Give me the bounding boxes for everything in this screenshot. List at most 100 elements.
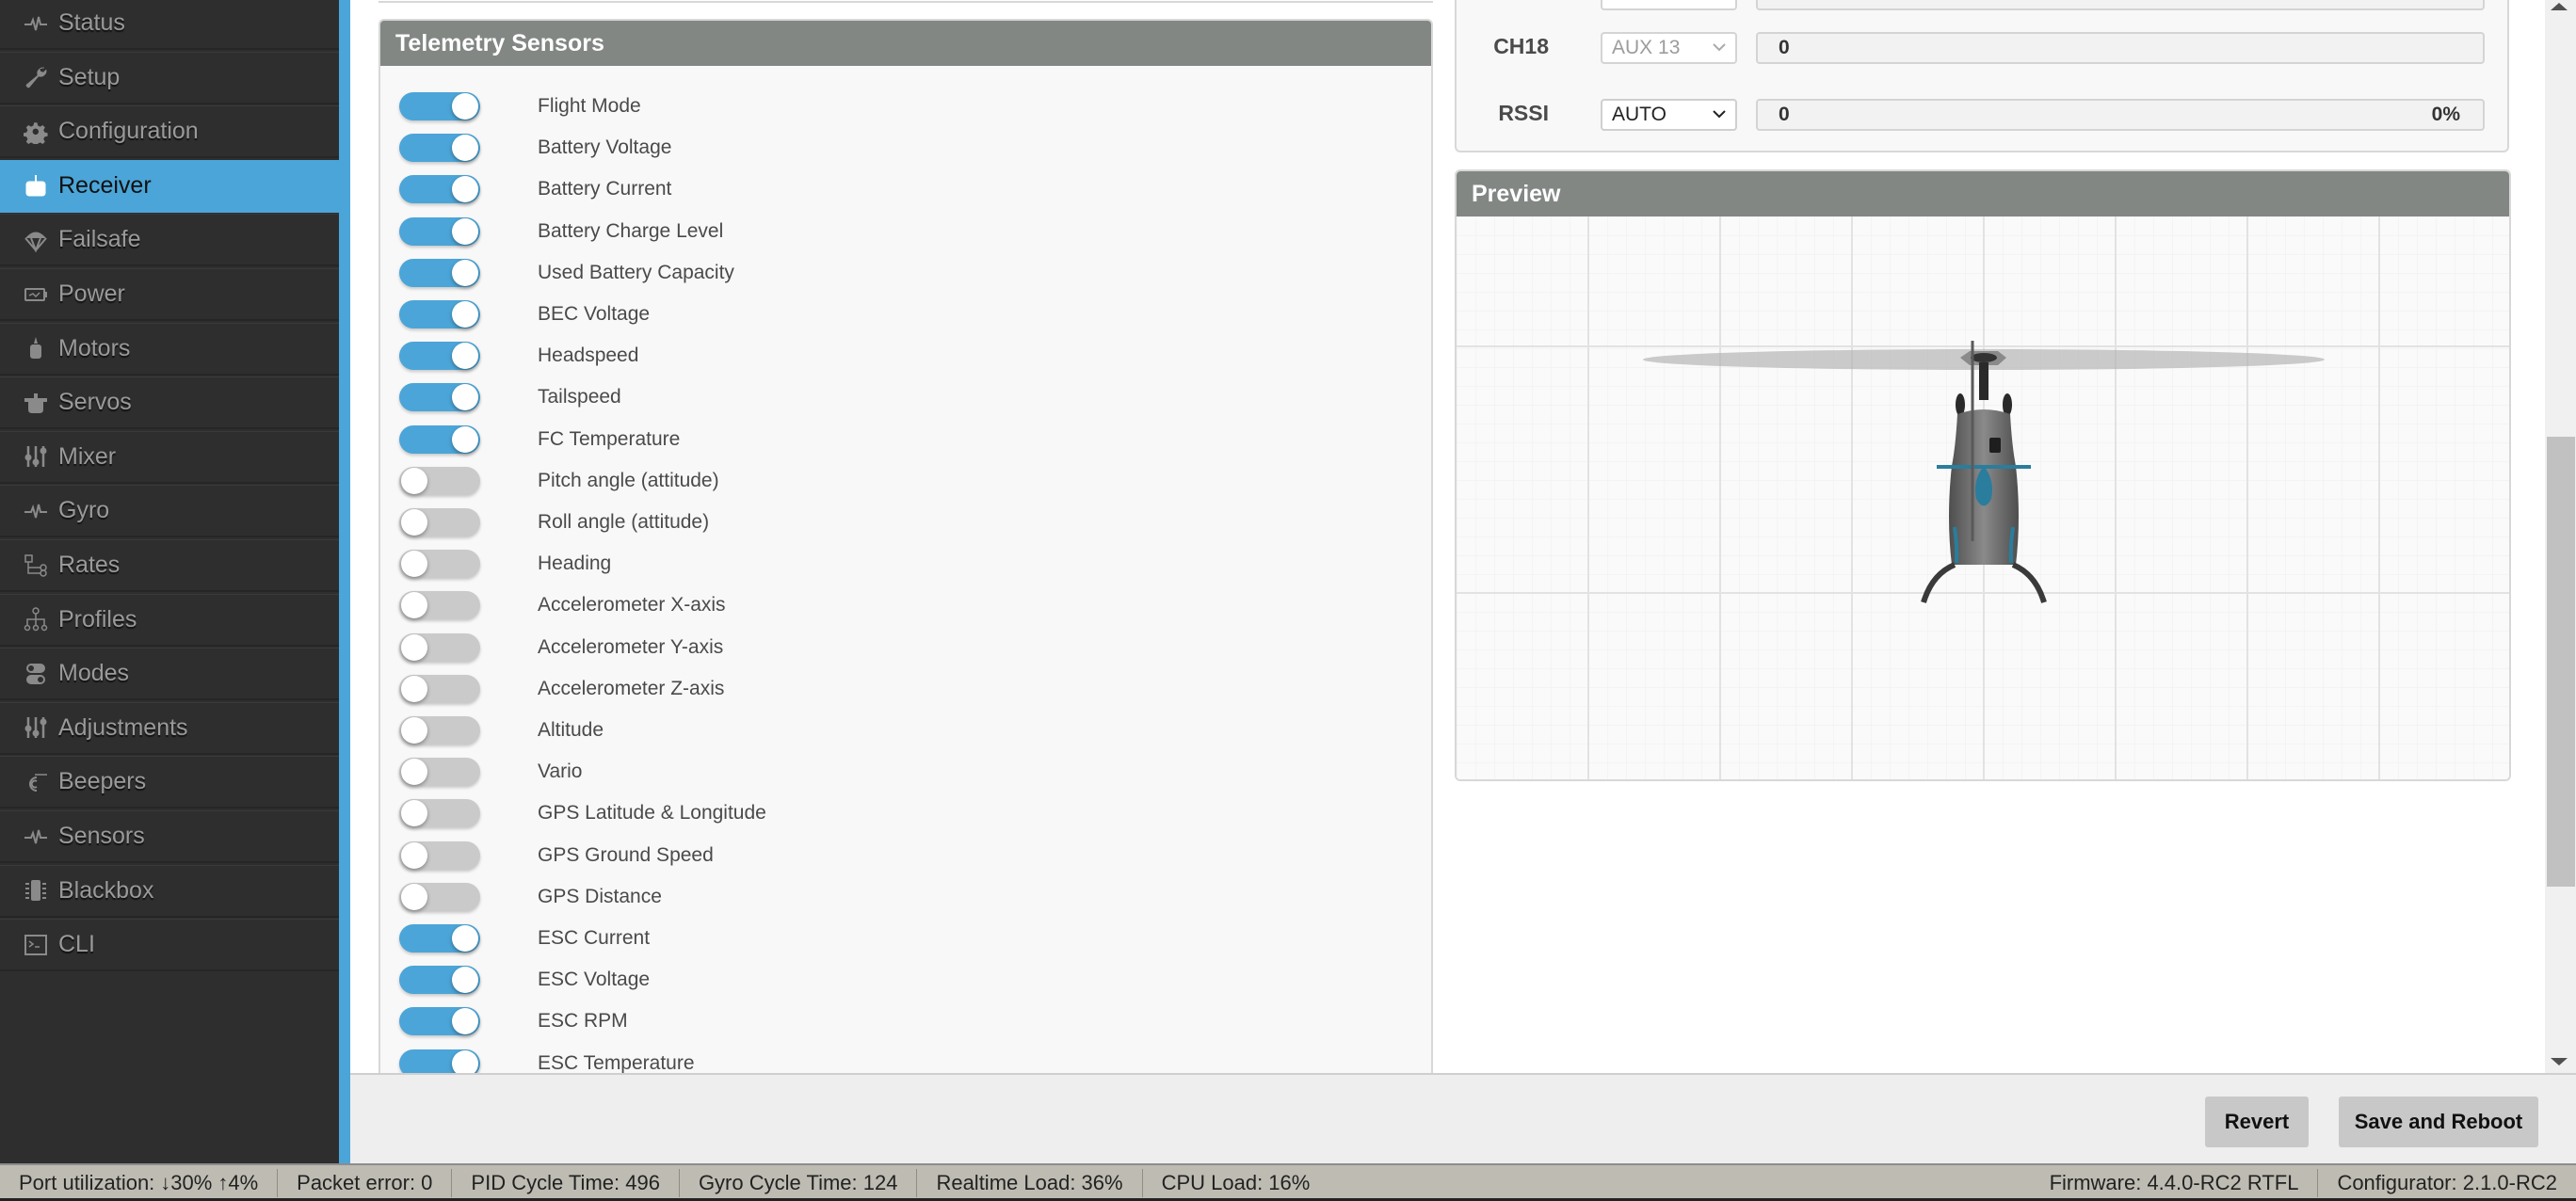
sidebar-item-label: CLI xyxy=(58,931,95,958)
arrow-down-icon: ↓ xyxy=(160,1171,171,1194)
sidebar-nav: Status Setup Configuration Receiver Failsafe… xyxy=(0,0,339,1163)
sidebar-item-motors[interactable]: Motors xyxy=(0,322,339,376)
sidebar-item-setup[interactable]: Setup xyxy=(0,51,339,104)
sidebar-item-label: Receiver xyxy=(58,171,152,199)
sensor-label: Tailspeed xyxy=(538,386,621,408)
sidebar-item-blackbox[interactable]: Blackbox xyxy=(0,864,339,918)
terminal-icon xyxy=(23,932,49,958)
sensor-toggle[interactable] xyxy=(399,716,480,745)
sidebar-item-cli[interactable]: CLI xyxy=(0,919,339,972)
sidebar-item-profiles[interactable]: Profiles xyxy=(0,593,339,647)
sidebar-item-label: Setup xyxy=(58,63,121,90)
toggle-knob xyxy=(452,1008,478,1035)
toggle-knob xyxy=(452,1049,478,1073)
sidebar-item-beepers[interactable]: Beepers xyxy=(0,756,339,809)
sensor-row: ESC RPM xyxy=(399,1001,628,1042)
sensor-toggle[interactable] xyxy=(399,258,480,287)
revert-button[interactable]: Revert xyxy=(2205,1097,2309,1147)
sidebar-item-power[interactable]: Power xyxy=(0,268,339,321)
channel-percent: 0% xyxy=(2431,104,2460,125)
sensor-toggle[interactable] xyxy=(399,175,480,204)
sidebar-item-receiver[interactable]: Receiver xyxy=(0,159,339,213)
scroll-up-arrow-icon[interactable] xyxy=(2551,3,2568,10)
sensor-toggle[interactable] xyxy=(399,550,480,579)
sensor-toggle[interactable] xyxy=(399,882,480,911)
toggle-knob xyxy=(401,675,427,702)
sidebar-item-servos[interactable]: Servos xyxy=(0,376,339,430)
scroll-down-arrow-icon[interactable] xyxy=(2551,1058,2568,1065)
toggle-knob xyxy=(401,841,427,869)
content-scrollbar[interactable] xyxy=(2545,0,2576,1073)
toggle-knob xyxy=(452,176,478,203)
sensor-toggle[interactable] xyxy=(399,508,480,536)
channel-value-bar: 0 0% xyxy=(1756,99,2485,131)
sensor-toggle[interactable] xyxy=(399,799,480,828)
sensor-row: GPS Latitude & Longitude xyxy=(399,793,766,834)
toggle-knob xyxy=(452,925,478,952)
sensor-label: GPS Latitude & Longitude xyxy=(538,802,766,825)
sensor-toggle[interactable] xyxy=(399,342,480,371)
sensor-toggle[interactable] xyxy=(399,674,480,703)
sensor-toggle[interactable] xyxy=(399,841,480,870)
sidebar-item-mixer[interactable]: Mixer xyxy=(0,430,339,484)
sidebar-item-status[interactable]: Status xyxy=(0,0,339,50)
preview-panel: Preview xyxy=(1455,169,2511,781)
sensor-toggle[interactable] xyxy=(399,300,480,328)
sidebar-accent-strip xyxy=(339,0,350,1163)
save-and-reboot-button[interactable]: Save and Reboot xyxy=(2339,1097,2538,1147)
sidebar-item-gyro[interactable]: Gyro xyxy=(0,485,339,538)
sensor-toggle[interactable] xyxy=(399,383,480,412)
sensor-row: Heading xyxy=(399,543,611,584)
sidebar-item-failsafe[interactable]: Failsafe xyxy=(0,214,339,267)
sensor-label: Used Battery Capacity xyxy=(538,261,734,283)
sensor-toggle[interactable] xyxy=(399,591,480,620)
port-utilization-label: Port utilization: xyxy=(19,1171,155,1194)
configurator-version: Configurator: 2.1.0-RC2 xyxy=(2317,1169,2576,1197)
sensor-label: BEC Voltage xyxy=(538,303,651,325)
channel-row-ch18: CH18 AUX 13 0 xyxy=(1457,32,2511,64)
realtime-load: Realtime Load: 36% xyxy=(917,1169,1143,1197)
sidebar-item-modes[interactable]: Modes xyxy=(0,648,339,701)
toggle-knob xyxy=(401,467,427,494)
channel-value: 0 xyxy=(1779,0,1790,6)
gyro-cycle-time: Gyro Cycle Time: 124 xyxy=(680,1169,918,1197)
radio-transmitter-icon xyxy=(23,172,49,199)
sensor-toggle[interactable] xyxy=(399,633,480,662)
channel-label: CH18 xyxy=(1493,34,1549,58)
scrollbar-thumb[interactable] xyxy=(2547,437,2575,887)
rates-tree-icon xyxy=(23,552,49,579)
sensor-toggle[interactable] xyxy=(399,1049,480,1073)
sensor-toggle[interactable] xyxy=(399,758,480,787)
sensor-row: GPS Ground Speed xyxy=(399,835,714,876)
motor-icon xyxy=(23,335,49,361)
sidebar-item-adjustments[interactable]: Adjustments xyxy=(0,701,339,755)
sensor-toggle[interactable] xyxy=(399,466,480,495)
sensor-toggle[interactable] xyxy=(399,92,480,120)
sidebar-item-label: Status xyxy=(58,9,125,36)
sensor-row: Accelerometer X-axis xyxy=(399,584,726,626)
toggle-knob xyxy=(401,883,427,910)
sidebar-item-label: Servos xyxy=(58,389,132,416)
toggle-knob xyxy=(401,800,427,827)
sensor-toggle[interactable] xyxy=(399,216,480,246)
battery-icon xyxy=(23,281,49,308)
sidebar-item-rates[interactable]: Rates xyxy=(0,539,339,592)
channel-map-select[interactable]: AUTO xyxy=(1601,99,1737,131)
channel-map-select[interactable]: AUX 13 xyxy=(1601,32,1737,64)
sidebar-item-label: Adjustments xyxy=(58,713,188,741)
sensor-toggle[interactable] xyxy=(399,924,480,953)
sensor-toggle[interactable] xyxy=(399,966,480,995)
sensor-toggle[interactable] xyxy=(399,1007,480,1036)
wrench-icon xyxy=(23,64,49,90)
sensor-label: Altitude xyxy=(538,719,604,741)
sensor-label: ESC Current xyxy=(538,927,651,949)
toggle-knob xyxy=(452,343,478,370)
channel-map-select[interactable]: AUX 12 xyxy=(1601,0,1737,10)
sensor-toggle[interactable] xyxy=(399,134,480,163)
sidebar-item-sensors[interactable]: Sensors xyxy=(0,810,339,863)
sensor-toggle[interactable] xyxy=(399,424,480,454)
toggle-knob xyxy=(452,259,478,286)
channel-value-bar: 0 xyxy=(1756,32,2485,64)
sidebar-item-configuration[interactable]: Configuration xyxy=(0,105,339,159)
firmware-version: Firmware: 4.4.0-RC2 RTFL xyxy=(2049,1171,2299,1194)
